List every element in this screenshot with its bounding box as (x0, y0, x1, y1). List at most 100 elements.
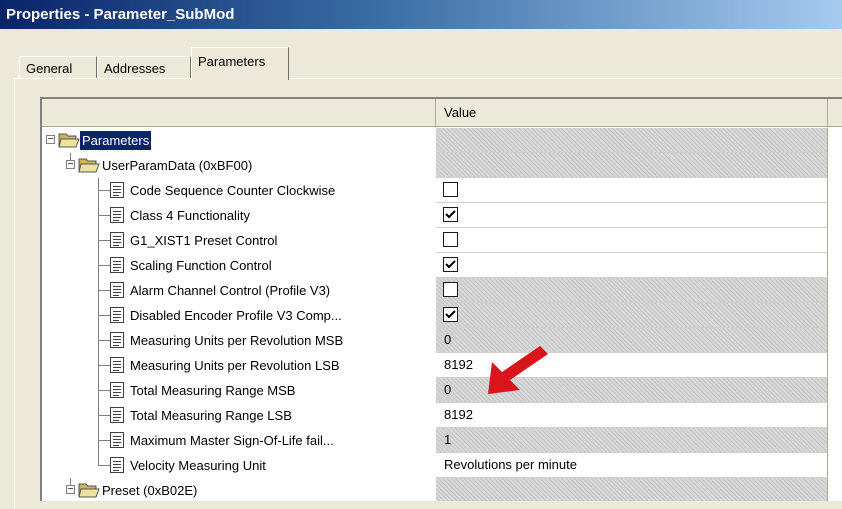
checkbox-unchecked[interactable] (443, 182, 458, 197)
parameter-list-icon (110, 232, 124, 248)
parameter-name: Alarm Channel Control (Profile V3) (130, 283, 331, 298)
parameter-name: Parameters (80, 131, 152, 150)
tab-label: General (26, 61, 73, 76)
parameter-name-cell[interactable]: Total Measuring Range MSB (42, 378, 436, 403)
parameter-row[interactable]: Total Measuring Range LSB 8192 (42, 403, 828, 428)
parameter-list-icon (110, 282, 124, 298)
parameter-row[interactable]: G1_XIST1 Preset Control (42, 228, 828, 253)
parameter-grid: Value − Parameters − UserParamData (0xBF00)… (40, 97, 842, 501)
parameter-row[interactable]: Measuring Units per Revolution MSB 0 (42, 328, 828, 353)
parameter-name: Class 4 Functionality (130, 208, 250, 223)
parameter-row[interactable]: Class 4 Functionality (42, 203, 828, 228)
parameter-list-icon (110, 182, 124, 198)
parameter-name: UserParamData (0xBF00) (102, 158, 253, 173)
parameter-value-cell[interactable] (436, 253, 828, 278)
parameter-name: Maximum Master Sign-Of-Life fail... (130, 433, 334, 448)
parameter-name: G1_XIST1 Preset Control (130, 233, 278, 248)
parameter-name: Code Sequence Counter Clockwise (130, 183, 336, 198)
tab-addresses[interactable]: Addresses (97, 56, 191, 79)
tree-line (98, 240, 110, 241)
parameter-value-cell (436, 303, 828, 328)
parameter-name-cell[interactable]: G1_XIST1 Preset Control (42, 228, 436, 253)
parameter-value-cell[interactable] (436, 203, 828, 228)
tab-label: Addresses (104, 61, 166, 76)
parameter-value: Revolutions per minute (444, 457, 577, 472)
parameter-name: Total Measuring Range MSB (130, 383, 296, 398)
parameter-list-icon (110, 457, 124, 473)
parameter-name: Velocity Measuring Unit (130, 458, 266, 473)
parameter-row[interactable]: Measuring Units per Revolution LSB 8192 (42, 353, 828, 378)
window-title-bar: Properties - Parameter_SubMod (0, 0, 842, 29)
parameter-list-icon (110, 207, 124, 223)
parameter-value: 0 (444, 382, 452, 397)
tab-label: Parameters (198, 54, 266, 69)
tree-line (98, 265, 110, 266)
parameter-value: 8192 (444, 357, 473, 372)
parameter-row[interactable]: Scaling Function Control (42, 253, 828, 278)
header-filler (828, 99, 842, 126)
tree-line (98, 440, 110, 441)
tab-general[interactable]: General (19, 56, 97, 79)
parameter-name-cell[interactable]: − Preset (0xB02E) (42, 478, 436, 501)
parameter-value-cell (436, 128, 828, 153)
red-arrow-icon (488, 346, 548, 394)
tree-line (98, 215, 110, 216)
checkbox-unchecked[interactable] (443, 232, 458, 247)
parameter-value-cell (436, 153, 828, 178)
parameter-value-cell: 1 (436, 428, 828, 453)
window-title: Properties - Parameter_SubMod (6, 6, 235, 23)
parameter-list-icon (110, 382, 124, 398)
parameter-name-cell[interactable]: Velocity Measuring Unit (42, 453, 436, 478)
open-folder-icon (78, 481, 100, 499)
parameter-name-cell[interactable]: Maximum Master Sign-Of-Life fail... (42, 428, 436, 453)
parameter-list-icon (110, 307, 124, 323)
tree-line (98, 290, 110, 291)
tree-folder-row[interactable]: − Preset (0xB02E) (42, 478, 828, 501)
parameter-value: 1 (444, 432, 452, 447)
tree-line (98, 340, 110, 341)
parameter-list-icon (110, 407, 124, 423)
parameter-value-cell (436, 478, 828, 501)
collapse-box-icon[interactable]: − (66, 160, 75, 170)
tree-folder-row[interactable]: − Parameters (42, 128, 828, 153)
parameter-name-cell[interactable]: Class 4 Functionality (42, 203, 436, 228)
parameter-value: 8192 (444, 407, 473, 422)
checkbox-checked[interactable] (443, 257, 458, 272)
parameter-list-icon (110, 357, 124, 373)
tree-line (98, 465, 110, 466)
parameter-name-cell[interactable]: Measuring Units per Revolution LSB (42, 353, 436, 378)
parameter-name-cell[interactable]: Total Measuring Range LSB (42, 403, 436, 428)
parameter-row[interactable]: Alarm Channel Control (Profile V3) (42, 278, 828, 303)
parameter-name: Total Measuring Range LSB (130, 408, 292, 423)
parameter-name-cell[interactable]: − UserParamData (0xBF00) (42, 153, 436, 178)
parameter-list-icon (110, 432, 124, 448)
tree-folder-row[interactable]: − UserParamData (0xBF00) (42, 153, 828, 178)
tab-parameters[interactable]: Parameters (191, 47, 289, 80)
name-column-header[interactable] (42, 99, 436, 126)
parameter-row[interactable]: Code Sequence Counter Clockwise (42, 178, 828, 203)
open-folder-icon (78, 156, 100, 174)
parameter-name-cell[interactable]: Alarm Channel Control (Profile V3) (42, 278, 436, 303)
parameter-name-cell[interactable]: − Parameters (42, 128, 436, 153)
collapse-box-icon[interactable]: − (46, 135, 55, 145)
parameter-name-cell[interactable]: Scaling Function Control (42, 253, 436, 278)
parameter-row[interactable]: Velocity Measuring Unit Revolutions per m… (42, 453, 828, 478)
tree-line (98, 390, 110, 391)
parameter-row[interactable]: Total Measuring Range MSB 0 (42, 378, 828, 403)
parameter-name-cell[interactable]: Disabled Encoder Profile V3 Comp... (42, 303, 436, 328)
parameter-value-cell[interactable] (436, 228, 828, 253)
parameter-row[interactable]: Maximum Master Sign-Of-Life fail... 1 (42, 428, 828, 453)
value-column-header[interactable]: Value (436, 99, 828, 126)
parameter-list-icon (110, 332, 124, 348)
parameter-row[interactable]: Disabled Encoder Profile V3 Comp... (42, 303, 828, 328)
checkbox-checked[interactable] (443, 207, 458, 222)
parameter-name-cell[interactable]: Measuring Units per Revolution MSB (42, 328, 436, 353)
parameter-name: Measuring Units per Revolution MSB (130, 333, 344, 348)
collapse-box-icon[interactable]: − (66, 485, 75, 495)
parameter-value-cell[interactable]: Revolutions per minute (436, 453, 828, 478)
tree-line (98, 315, 110, 316)
parameter-value-cell[interactable]: 8192 (436, 403, 828, 428)
parameter-name-cell[interactable]: Code Sequence Counter Clockwise (42, 178, 436, 203)
parameter-value-cell (436, 278, 828, 303)
parameter-value-cell[interactable] (436, 178, 828, 203)
